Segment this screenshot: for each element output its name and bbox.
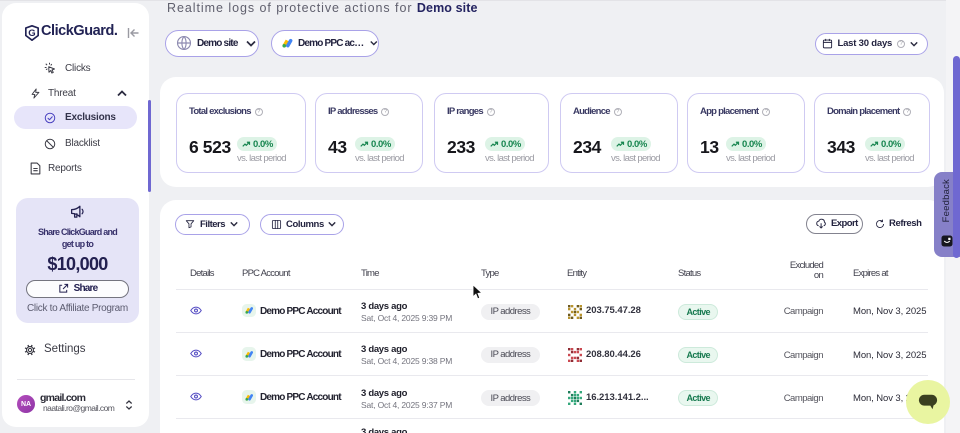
svg-text:G: G bbox=[28, 28, 35, 39]
